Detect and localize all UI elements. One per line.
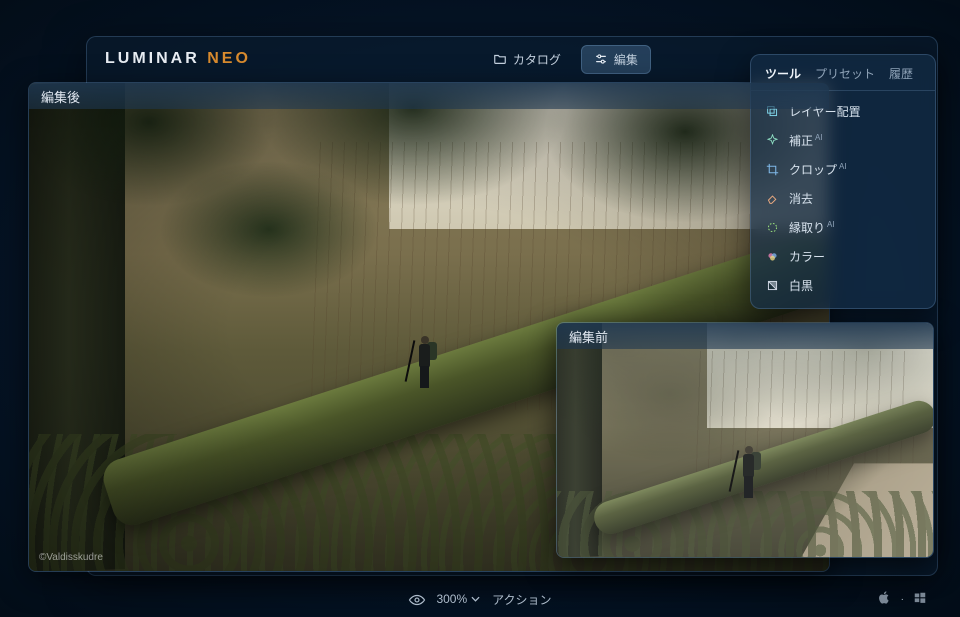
color-icon: [765, 250, 779, 264]
bottom-controls: 300% アクション: [408, 591, 551, 608]
tab-tools[interactable]: ツール: [765, 65, 801, 82]
sliders-icon: [594, 52, 608, 66]
mask-icon: [765, 221, 779, 235]
tool-item-mask[interactable]: 縁取りAI: [751, 213, 935, 242]
ai-badge: AI: [815, 133, 823, 142]
header-nav: カタログ 編集: [481, 45, 651, 74]
separator-dot: ·: [901, 594, 904, 605]
tool-label: 補正AI: [789, 132, 823, 149]
before-title: 編集前: [557, 323, 933, 349]
before-image-panel[interactable]: 編集前: [556, 322, 934, 558]
ai-badge: AI: [827, 220, 835, 229]
apple-icon: [878, 591, 891, 607]
enhance-icon: [765, 134, 779, 148]
ai-badge: AI: [839, 162, 847, 171]
tool-item-erase[interactable]: 消去: [751, 184, 935, 213]
original-image: [557, 323, 933, 557]
tool-label: カラー: [789, 248, 825, 265]
tool-item-crop[interactable]: クロップAI: [751, 155, 935, 184]
bw-icon: [765, 279, 779, 293]
zoom-value: 300%: [436, 592, 467, 606]
preview-icon[interactable]: [408, 591, 424, 607]
app-logo: LUMINAR NEO: [105, 50, 251, 68]
erase-icon: [765, 192, 779, 206]
tool-item-color[interactable]: カラー: [751, 242, 935, 271]
logo-word1: LUMINAR: [105, 50, 200, 67]
tool-item-enhance[interactable]: 補正AI: [751, 126, 935, 155]
catalog-button[interactable]: カタログ: [481, 45, 573, 74]
edit-label: 編集: [614, 51, 638, 68]
zoom-control[interactable]: 300%: [436, 592, 480, 606]
bottom-bar: 300% アクション ·: [0, 581, 960, 617]
tool-item-bw[interactable]: 白黒: [751, 271, 935, 300]
crop-icon: [765, 163, 779, 177]
tool-label: 白黒: [789, 277, 813, 294]
tool-label: クロップAI: [789, 161, 847, 178]
tool-list: レイヤー配置補正AIクロップAI消去縁取りAIカラー白黒: [751, 97, 935, 300]
tool-label: 消去: [789, 190, 813, 207]
folder-icon: [493, 52, 507, 66]
image-credit: ©Valdisskudre: [39, 552, 103, 563]
tool-label: 縁取りAI: [789, 219, 835, 236]
tab-history[interactable]: 履歴: [889, 65, 913, 82]
os-icons: ·: [878, 591, 926, 607]
action-button[interactable]: アクション: [492, 591, 551, 608]
tab-presets[interactable]: プリセット: [815, 65, 875, 82]
catalog-label: カタログ: [513, 51, 561, 68]
chevron-down-icon: [471, 596, 480, 602]
after-title: 編集後: [29, 83, 829, 109]
logo-word2: NEO: [207, 50, 251, 67]
windows-icon: [914, 592, 926, 607]
edit-button[interactable]: 編集: [581, 45, 651, 74]
